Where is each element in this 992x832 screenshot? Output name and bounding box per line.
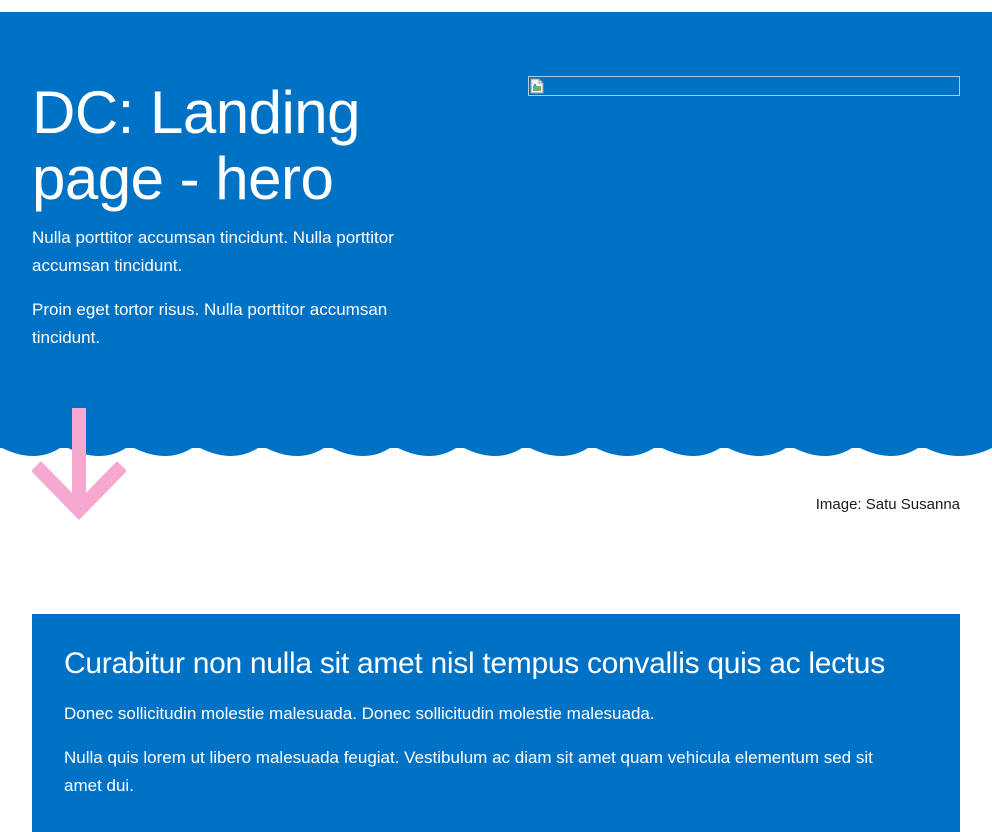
broken-image-icon	[530, 78, 544, 94]
landing-page: DC: Landing page - hero Nulla porttitor …	[0, 0, 992, 832]
arrow-down-icon[interactable]	[32, 408, 126, 520]
content-card: Curabitur non nulla sit amet nisl tempus…	[32, 614, 960, 832]
hero-intro-text: Nulla porttitor accumsan tincidunt. Null…	[32, 228, 394, 275]
hero-image	[528, 76, 960, 96]
hero-section: DC: Landing page - hero Nulla porttitor …	[0, 12, 992, 448]
card-intro-text: Donec sollicitudin molestie malesuada. D…	[64, 704, 655, 723]
card-body-text: Nulla quis lorem ut libero malesuada feu…	[64, 748, 873, 795]
wave-divider	[0, 430, 992, 456]
hero-title: DC: Landing page - hero	[32, 79, 361, 212]
image-credit: Image: Satu Susanna	[815, 496, 960, 513]
hero-secondary-text: Proin eget tortor risus. Nulla porttitor…	[32, 300, 388, 347]
card-title: Curabitur non nulla sit amet nisl tempus…	[64, 647, 885, 680]
